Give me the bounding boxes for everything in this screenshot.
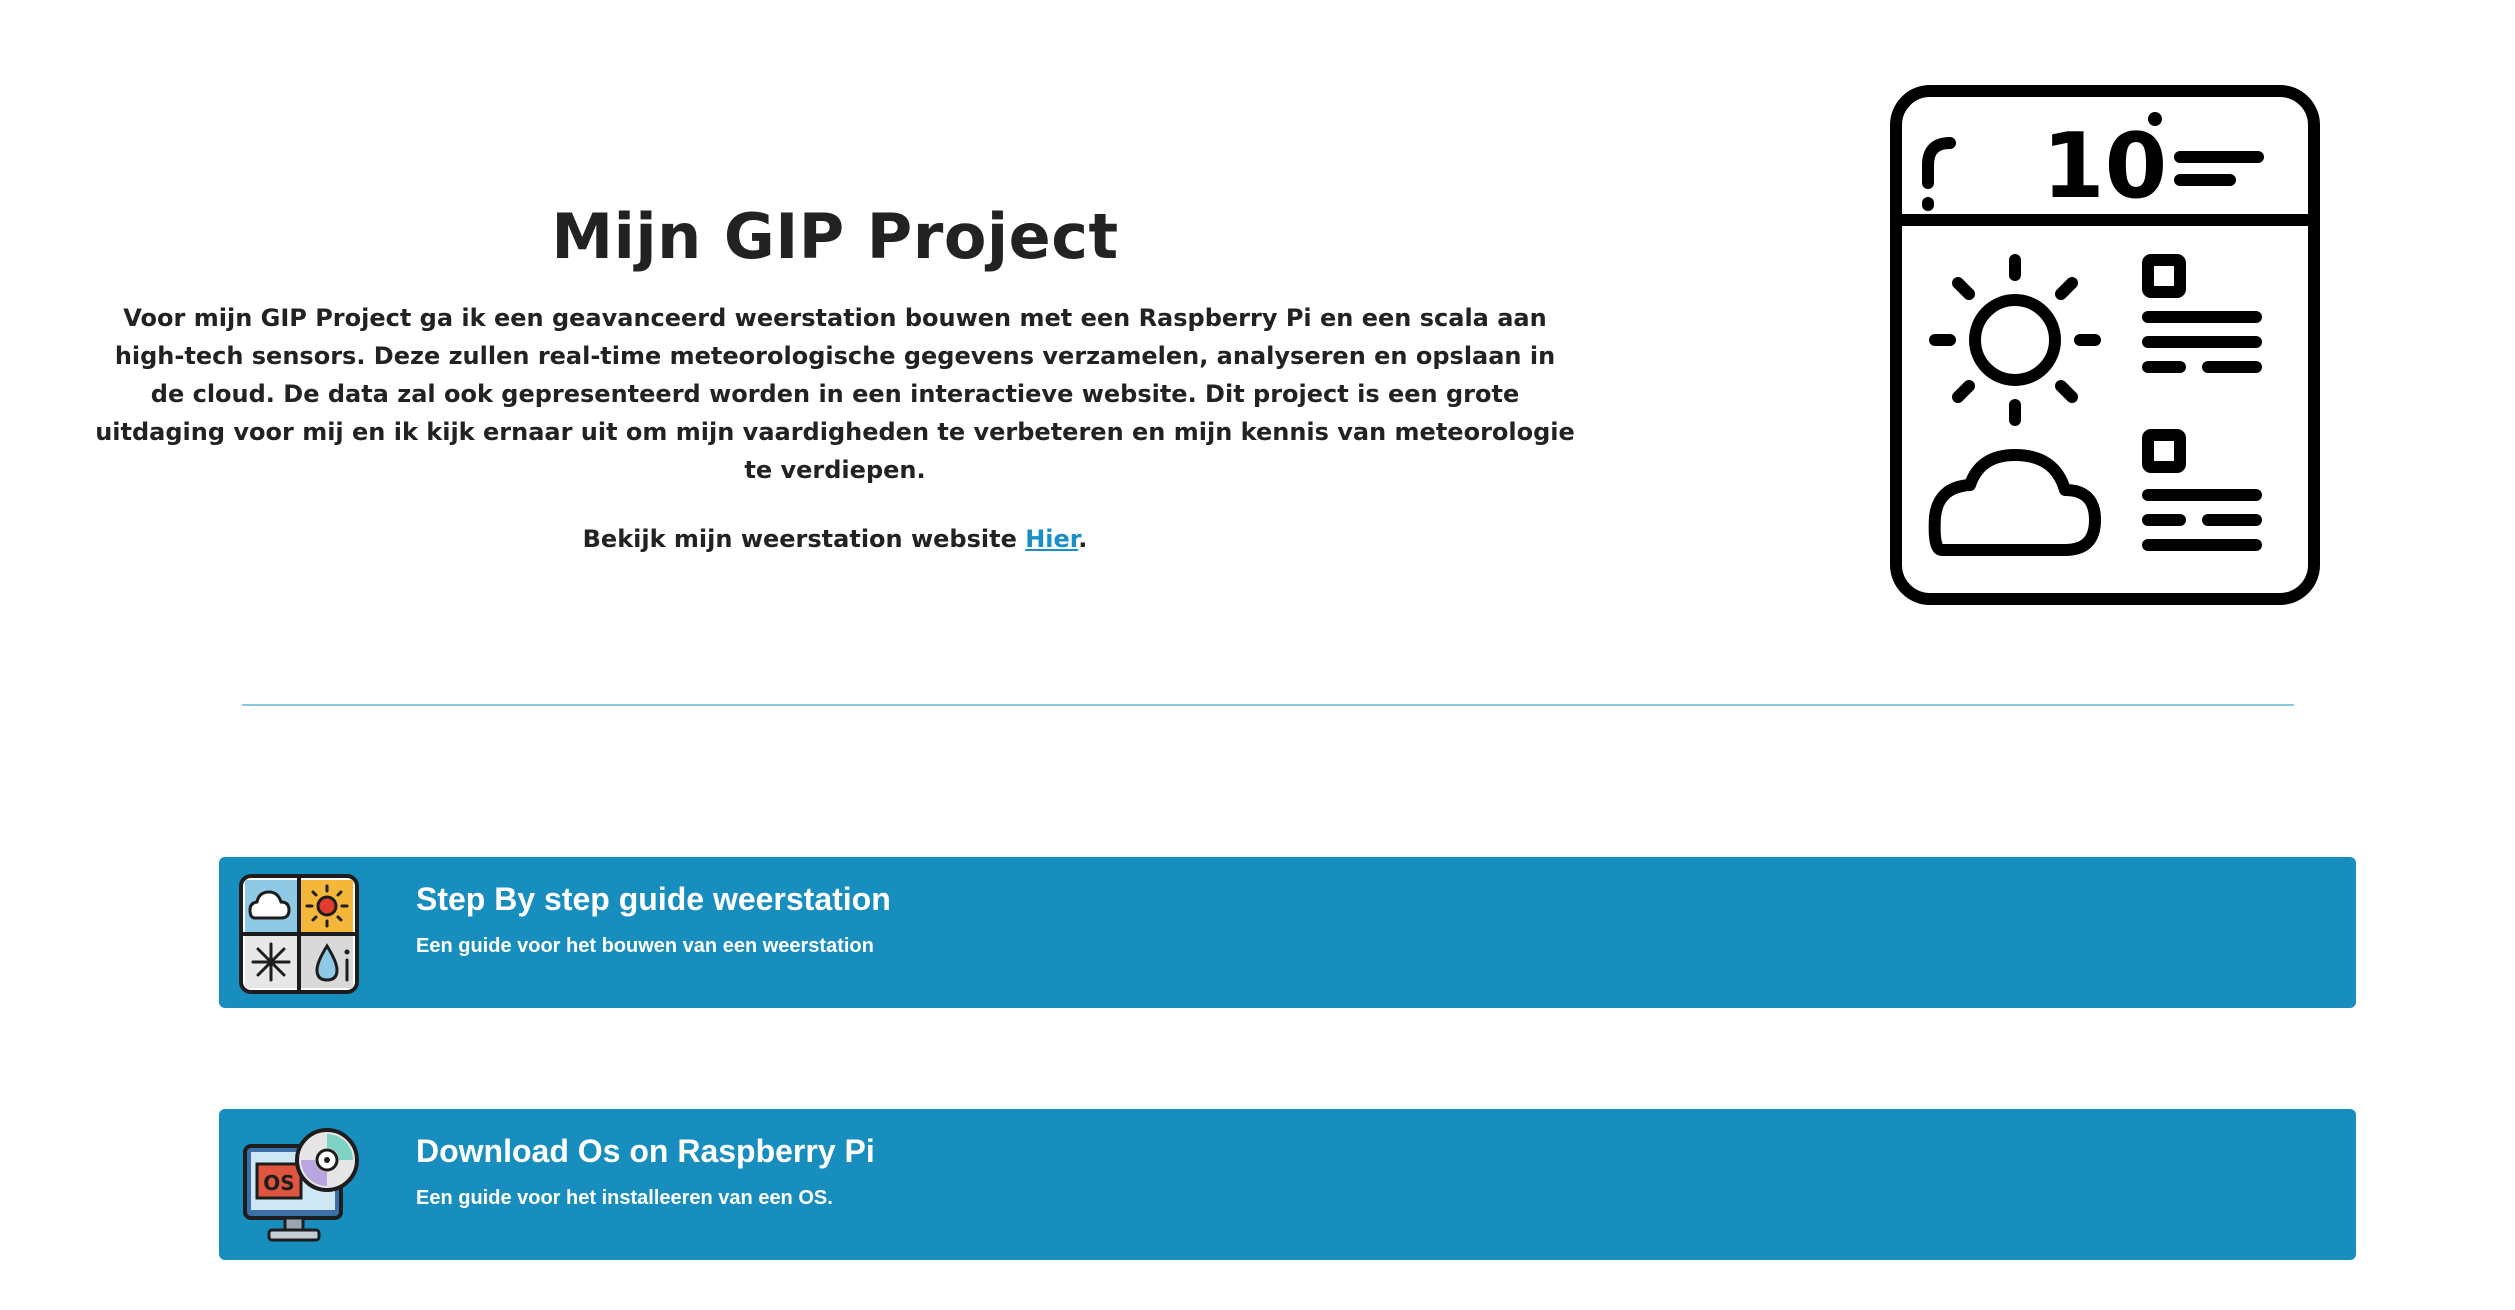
- card-subtitle: Een guide voor het bouwen van een weerst…: [416, 935, 874, 957]
- card-title: Step By step guide weerstation: [416, 881, 891, 917]
- weather-app-icon: 10: [1890, 85, 2320, 605]
- project-description: Voor mijn GIP Project ga ik een geavance…: [95, 304, 1575, 484]
- page-title: Mijn GIP Project: [551, 200, 1119, 273]
- card-title: Download Os on Raspberry Pi: [416, 1133, 875, 1169]
- link-suffix-text: .: [1078, 525, 1088, 553]
- card-subtitle: Een guide voor het installeeren van een …: [416, 1187, 833, 1209]
- section-divider: [242, 704, 2294, 706]
- os-install-guide-card[interactable]: OS Download Os on Raspberry Pi Een guide…: [219, 1109, 2356, 1260]
- weather-station-guide-card[interactable]: Step By step guide weerstation Een guide…: [219, 857, 2356, 1008]
- hero-text-block: Mijn GIP Project Voor mijn GIP Project g…: [95, 200, 1575, 553]
- temperature-value: 10: [2042, 114, 2167, 219]
- degree-symbol: [2148, 112, 2162, 126]
- website-link-line: Bekijk mijn weerstation website Hier.: [95, 525, 1575, 553]
- os-label: OS: [263, 1171, 294, 1195]
- link-prefix-text: Bekijk mijn weerstation website: [582, 525, 1026, 553]
- hero-section: Mijn GIP Project Voor mijn GIP Project g…: [0, 0, 2515, 700]
- weather-website-link[interactable]: Hier: [1025, 525, 1078, 553]
- os-monitor-disc-icon: OS: [243, 1128, 359, 1242]
- weather-grid-icon: [239, 874, 359, 994]
